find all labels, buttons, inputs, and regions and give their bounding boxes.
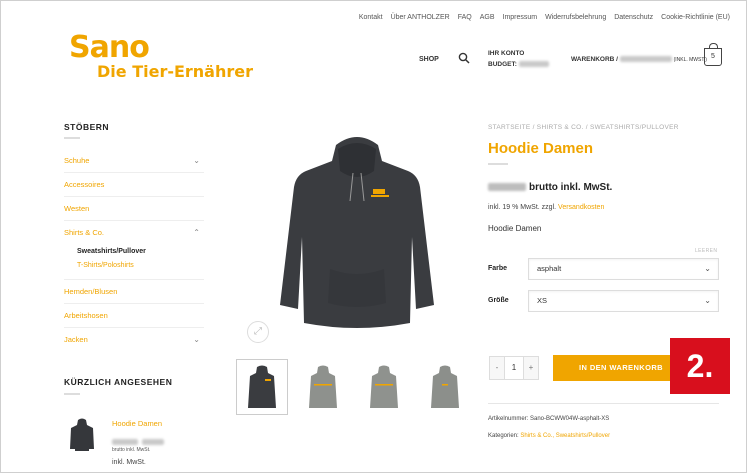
- product-description: Hoodie Damen: [488, 224, 542, 233]
- thumbnail-gray-1[interactable]: [297, 359, 349, 415]
- product-price: brutto inkl. MwSt.: [488, 182, 612, 193]
- tax-text: inkl. 19 % MwSt. zzgl.: [488, 204, 557, 211]
- shop-link[interactable]: SHOP: [419, 56, 439, 63]
- sidebar-item-label: Accessoires: [64, 180, 105, 189]
- size-value: XS: [537, 296, 548, 305]
- categories-label: Kategorien:: [488, 433, 519, 439]
- sidebar-subitem-tshirts[interactable]: T-Shirts/Poloshirts: [64, 259, 204, 280]
- sidebar-subitem-sweatshirts[interactable]: Sweatshirts/Pullover: [64, 245, 204, 259]
- quantity-stepper: - 1 +: [489, 356, 539, 380]
- shipping-link[interactable]: Versandkosten: [558, 204, 604, 211]
- clear-selection-link[interactable]: LEEREN: [695, 248, 717, 254]
- breadcrumb[interactable]: STARTSEITE / SHIRTS & CO. / SWEATSHIRTS/…: [488, 124, 679, 131]
- zoom-icon[interactable]: ⤢: [247, 321, 269, 343]
- thumbnail-dark[interactable]: [236, 359, 288, 415]
- sidebar-item-label: Arbeitshosen: [64, 311, 108, 320]
- qty-minus-button[interactable]: -: [490, 357, 504, 379]
- nav-link-agb[interactable]: AGB: [476, 14, 499, 21]
- qty-input[interactable]: 1: [504, 357, 524, 379]
- nav-link-cookie[interactable]: Cookie-Richtlinie (EU): [657, 14, 734, 21]
- nav-link-faq[interactable]: FAQ: [454, 14, 476, 21]
- sidebar-item-label: Hemden/Blusen: [64, 287, 118, 296]
- recently-viewed-title: KÜRZLICH ANGESEHEN: [64, 377, 173, 387]
- sidebar-divider: [64, 137, 80, 139]
- nav-link-widerruf[interactable]: Widerrufsbelehrung: [541, 14, 610, 21]
- nav-link-impressum[interactable]: Impressum: [499, 14, 542, 21]
- sidebar-item-label: Jacken: [64, 335, 88, 344]
- recent-product-name[interactable]: Hoodie Damen: [112, 419, 162, 428]
- logo-wordmark: Sano: [69, 30, 150, 65]
- cart-count: 5: [711, 53, 715, 60]
- sidebar-item-accessoires[interactable]: Accessoires: [64, 173, 204, 197]
- sidebar-item-arbeitshosen[interactable]: Arbeitshosen: [64, 304, 204, 328]
- logo-tagline: Die Tier-Ernährer: [97, 62, 253, 81]
- recent-product-brutto: brutto inkl. MwSt.: [112, 447, 151, 453]
- sidebar-item-label: Westen: [64, 204, 90, 213]
- price-value-blurred: [488, 183, 526, 192]
- chevron-up-icon[interactable]: ⌃: [193, 221, 200, 245]
- price-suffix: brutto inkl. MwSt.: [529, 182, 613, 193]
- sidebar-title: STÖBERN: [64, 122, 110, 132]
- product-categories: Kategorien: Shirts & Co., Sweatshirts/Pu…: [488, 433, 610, 439]
- title-divider: [488, 163, 508, 165]
- recent-product-thumbnail[interactable]: [69, 417, 95, 451]
- sidebar-item-schuhe[interactable]: Schuhe ⌄: [64, 149, 204, 173]
- tax-note: inkl. 19 % MwSt. zzgl. Versandkosten: [488, 204, 604, 211]
- thumbnail-gray-3[interactable]: [419, 359, 471, 415]
- color-value: asphalt: [537, 264, 562, 273]
- budget-label: BUDGET:: [488, 61, 517, 68]
- meta-divider: [488, 403, 719, 404]
- sidebar-item-shirts[interactable]: Shirts & Co. ⌃: [64, 221, 204, 245]
- thumbnail-gray-2[interactable]: [358, 359, 410, 415]
- product-main-image[interactable]: [258, 127, 456, 333]
- chevron-down-icon: ⌄: [704, 296, 711, 305]
- sidebar-item-label: Schuhe: [64, 156, 90, 165]
- sidebar-item-hemden[interactable]: Hemden/Blusen: [64, 280, 204, 304]
- categories-links[interactable]: Shirts & Co., Sweatshirts/Pullover: [520, 433, 610, 439]
- sidebar-item-label: Shirts & Co.: [64, 228, 105, 237]
- nav-link-ueber[interactable]: Über ANTHOLZER: [387, 14, 454, 21]
- site-logo[interactable]: Sano Die Tier-Ernährer: [69, 33, 253, 81]
- chevron-down-icon: ⌄: [704, 264, 711, 273]
- category-list: Schuhe ⌄ Accessoires Westen Shirts & Co. ⌃…: [64, 149, 204, 352]
- sidebar-item-westen[interactable]: Westen: [64, 197, 204, 221]
- product-sku: Artikelnummer: Sano-BCWW04W-asphalt-XS: [488, 416, 610, 422]
- cart-label: WARENKORB /: [571, 56, 618, 63]
- cart-link[interactable]: WARENKORB / (INKL. MWST.): [571, 56, 707, 63]
- size-label: Größe: [488, 297, 509, 304]
- page-frame: Kontakt Über ANTHOLZER FAQ AGB Impressum…: [0, 0, 747, 473]
- account-title: IHR KONTO: [488, 50, 525, 57]
- qty-plus-button[interactable]: +: [524, 357, 538, 379]
- account-menu[interactable]: IHR KONTO BUDGET:: [488, 48, 549, 70]
- product-title: Hoodie Damen: [488, 140, 594, 157]
- search-icon[interactable]: [458, 52, 470, 64]
- sidebar-item-jacken[interactable]: Jacken ⌄: [64, 328, 204, 352]
- size-select[interactable]: XS ⌄: [528, 290, 719, 312]
- recent-product-tax: inkl. MwSt.: [112, 459, 146, 466]
- recent-divider: [64, 393, 80, 395]
- nav-link-kontakt[interactable]: Kontakt: [355, 14, 387, 21]
- add-to-cart-button[interactable]: IN DEN WARENKORB: [553, 355, 689, 381]
- product-thumbnails: [236, 359, 471, 415]
- budget-value-blurred: [518, 61, 549, 68]
- chevron-down-icon[interactable]: ⌄: [193, 149, 200, 173]
- chevron-down-icon[interactable]: ⌄: [193, 328, 200, 352]
- color-select[interactable]: asphalt ⌄: [528, 258, 719, 280]
- nav-link-datenschutz[interactable]: Datenschutz: [610, 14, 657, 21]
- cart-total-blurred: [619, 56, 672, 63]
- step-badge: 2.: [670, 338, 730, 394]
- cart-icon[interactable]: 5: [704, 43, 722, 66]
- top-nav: Kontakt Über ANTHOLZER FAQ AGB Impressum…: [355, 14, 734, 21]
- cart-tax-note: (INKL. MWST.): [673, 57, 707, 63]
- color-label: Farbe: [488, 265, 508, 272]
